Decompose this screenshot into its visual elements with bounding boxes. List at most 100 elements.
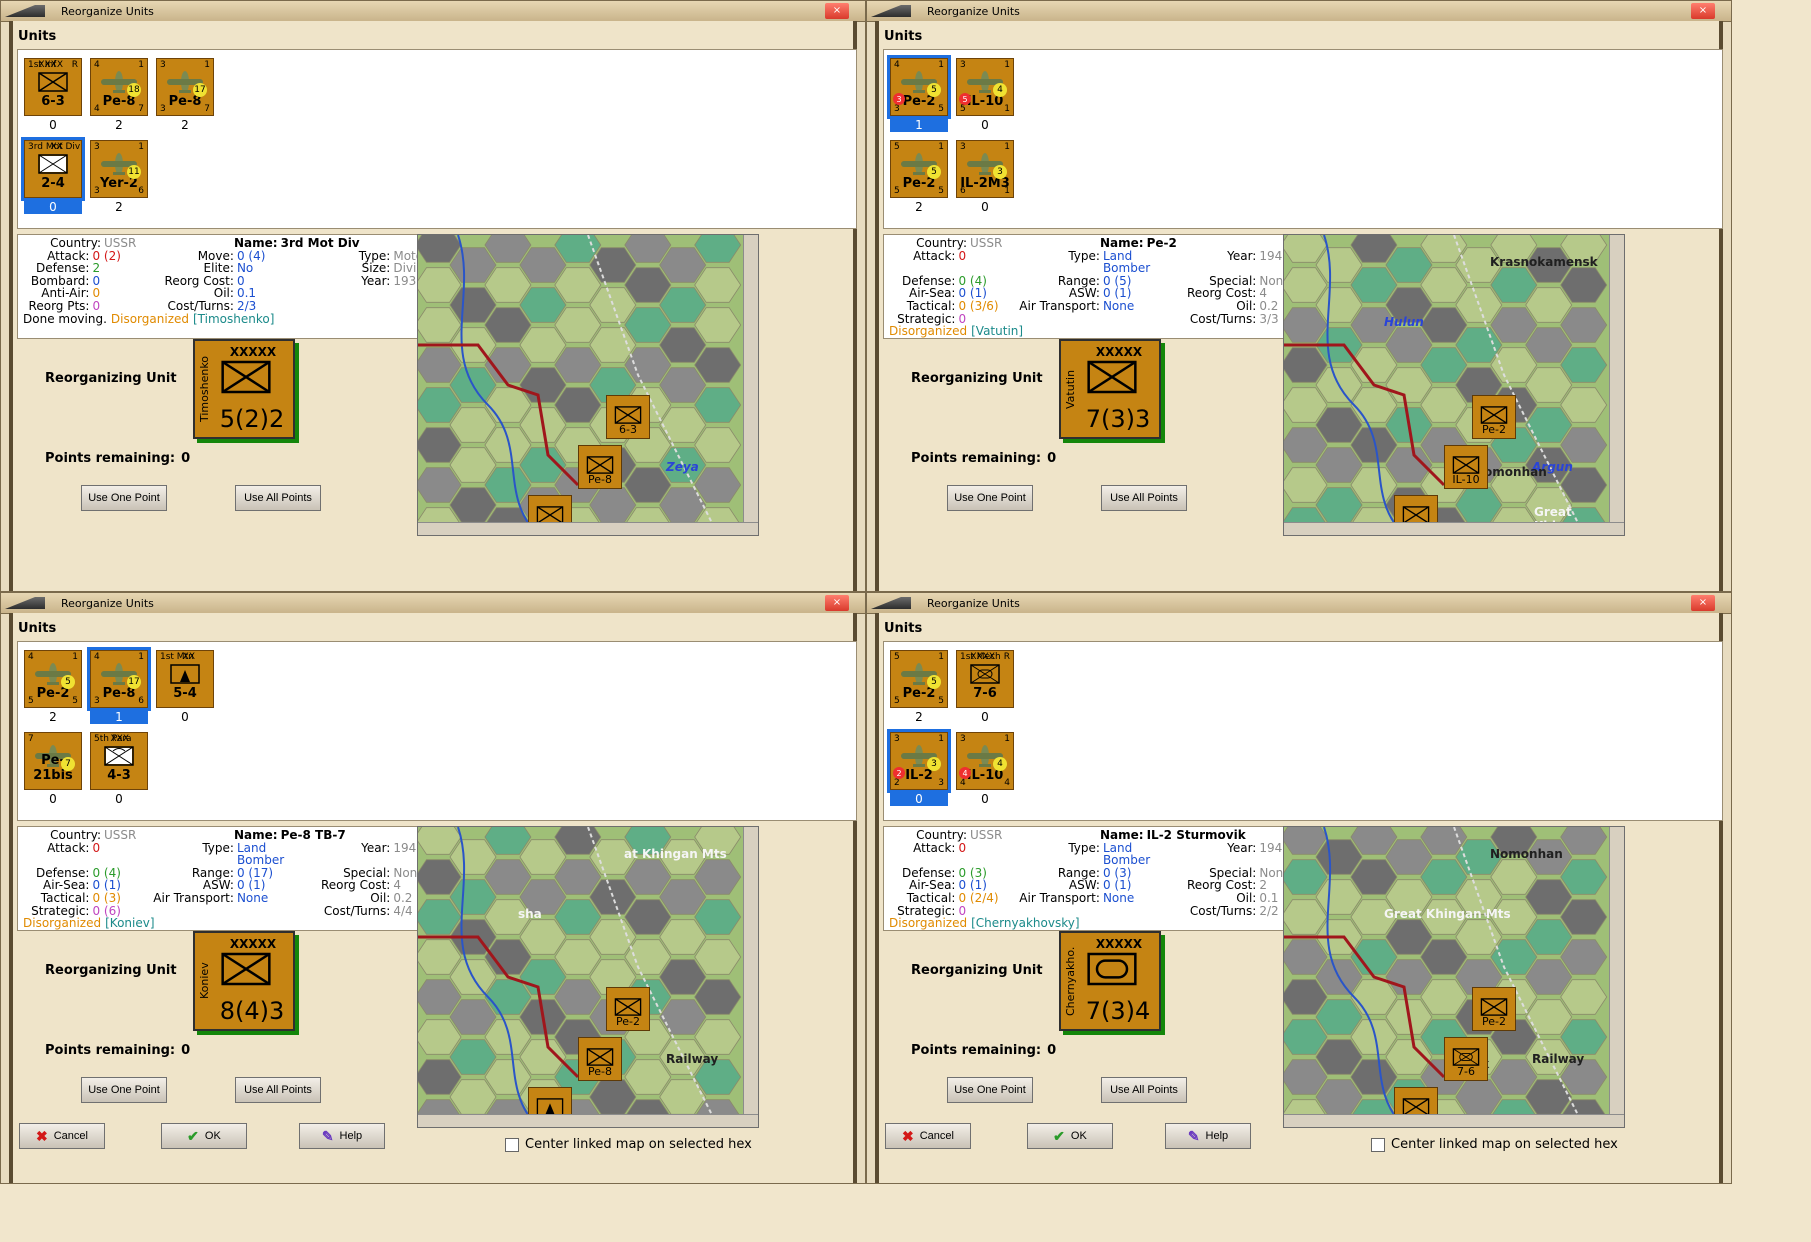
close-button[interactable]: × (825, 595, 849, 611)
unit-counter[interactable]: 3 1 Pe-8 3 7 17 (156, 58, 214, 116)
use-all-points-button[interactable]: Use All Points (1101, 485, 1187, 511)
unit-counter[interactable]: 4 1 Pe-2 5 5 5 (24, 650, 82, 708)
counter-value: 7-6 (973, 686, 997, 701)
help-button[interactable]: ✎ Help (299, 1123, 385, 1149)
help-button-label: Help (339, 1130, 363, 1142)
unit-counter[interactable]: 3rd Mot Div XX 2-4 (21, 137, 85, 201)
country-label: Country: (50, 236, 101, 250)
unit-counter[interactable]: 1st Mtn XX 5-4 (156, 650, 214, 708)
info-value: 0 (958, 840, 967, 855)
counter-bottom-right: 7 (204, 104, 210, 114)
map-horizontal-scrollbar[interactable] (418, 522, 758, 535)
unit-type-icon (1479, 998, 1509, 1016)
infantry-icon (221, 951, 271, 991)
linked-map[interactable]: ArgunKrasnokamenskHulunNomonhanGreat Khi… (1283, 234, 1625, 536)
info-row: Attack: 0 Type: Land Bomber Year: 1942 (889, 249, 1319, 275)
map-vertical-scrollbar[interactable] (1609, 235, 1624, 535)
map-counter-value: IL-10 (1452, 473, 1480, 486)
center-map-checkbox[interactable] (1371, 1137, 1385, 1152)
use-all-points-button[interactable]: Use All Points (1101, 1077, 1187, 1103)
map-unit-counter[interactable]: 7-6 (1444, 1037, 1488, 1081)
map-unit-counter[interactable]: 6-3 (606, 395, 650, 439)
counter-bottom-left: 3 (94, 186, 100, 196)
units-label: Units (18, 29, 57, 44)
cancel-button[interactable]: ✖ Cancel (19, 1123, 105, 1149)
ok-button[interactable]: ✔ OK (161, 1123, 247, 1149)
unit-type-icon (165, 663, 205, 685)
title-bar[interactable]: Reorganize Units × (1, 593, 865, 614)
title-bar[interactable]: Reorganize Units × (867, 593, 1731, 614)
info-value: 2 (92, 261, 101, 276)
counter-bottom-left: 5 (960, 104, 966, 114)
counter-bottom-right: 6 (138, 696, 144, 706)
center-map-checkbox-row[interactable]: Center linked map on selected hex (505, 1137, 752, 1152)
map-counter-value: Pe-2 (1482, 1015, 1506, 1028)
units-list[interactable]: 4 1 Pe-2 3 5 5 3 1 3 1 IL-10 5 1 4 5 0 5 1 Pe-2 5 5 5 2 3 1 IL-2M… (883, 49, 1723, 229)
dialog-body: Units 4 1 Pe-2 3 5 5 3 1 3 1 IL-10 5 1 4 5 0 5 1 Pe-2 5 5 5 2 3 1… (875, 21, 1723, 591)
status-row: Disorganized [Vatutin] (889, 325, 1319, 338)
unit-counter[interactable]: 5 1 Pe-2 5 5 5 (890, 140, 948, 198)
info-label: Year: (1227, 840, 1257, 855)
help-button[interactable]: ✎ Help (1165, 1123, 1251, 1149)
unit-counter[interactable]: 3 1 IL-10 5 1 4 5 (956, 58, 1014, 116)
counter-top-left: 3 (960, 60, 966, 70)
map-vertical-scrollbar[interactable] (1609, 827, 1624, 1127)
unit-count: 0 (981, 792, 989, 806)
map-unit-counter[interactable]: Pe-8 (578, 1037, 622, 1081)
info-label: Air Transport: (153, 890, 234, 905)
map-vertical-scrollbar[interactable] (743, 235, 758, 535)
use-one-point-button[interactable]: Use One Point (81, 485, 167, 511)
title-bar[interactable]: Reorganize Units × (1, 1, 865, 22)
close-button[interactable]: × (1691, 3, 1715, 19)
counter-top-right: 1 (204, 60, 210, 70)
reorganizing-unit-label: Reorganizing Unit (45, 963, 177, 978)
center-map-checkbox[interactable] (505, 1137, 519, 1152)
unit-counter[interactable]: 1st Inf R XXXX 6-3 (24, 58, 82, 116)
reorganizing-unit-counter: Timoshenko XXXXX 5(2)2 (193, 339, 295, 439)
unit-counter[interactable]: 1st Mech R XXXX 7-6 (956, 650, 1014, 708)
linked-map[interactable]: Zeya6-3Pe-8Pe-8 (417, 234, 759, 536)
red-badge: 4 (959, 767, 971, 779)
close-button[interactable]: × (825, 3, 849, 19)
window-grip-icon (5, 597, 45, 609)
units-list[interactable]: 4 1 Pe-2 5 5 5 2 4 1 Pe-8 3 6 17 1 1st Mtn XX 5-4 0 7 Pe-21… (17, 641, 857, 821)
units-list[interactable]: 1st Inf R XXXX 6-3 0 4 1 Pe-8 4 7 18 2 3 1 Pe-8 3 7 17 2 3r… (17, 49, 857, 229)
info-label: Tactical: (906, 298, 956, 313)
map-counter-value: 6-3 (619, 423, 637, 436)
unit-counter[interactable]: 5th Para XXX 4-3 (90, 732, 148, 790)
map-unit-counter[interactable]: Pe-8 (578, 445, 622, 489)
points-label: Points remaining: (911, 451, 1042, 466)
map-unit-counter[interactable]: Pe-2 (1472, 987, 1516, 1031)
unit-counter[interactable]: 3 1 Yer-2 3 6 11 (90, 140, 148, 198)
info-row: Defense:2Elite:NoSize:Division (23, 262, 453, 275)
use-one-point-button[interactable]: Use One Point (947, 1077, 1033, 1103)
unit-counter[interactable]: 4 1 Pe-2 3 5 5 3 (887, 55, 951, 119)
map-vertical-scrollbar[interactable] (743, 827, 758, 1127)
linked-map[interactable]: RailwayNomonhanGreat Khingan MtsskPe-27-… (1283, 826, 1625, 1128)
map-horizontal-scrollbar[interactable] (1284, 522, 1624, 535)
unit-counter[interactable]: 4 1 Pe-8 3 6 17 (87, 647, 151, 711)
use-all-points-button[interactable]: Use All Points (235, 1077, 321, 1103)
counter-bottom-left: 6 (960, 186, 966, 196)
map-unit-counter[interactable]: Pe-2 (606, 987, 650, 1031)
unit-counter[interactable]: 5 1 Pe-2 5 5 5 (890, 650, 948, 708)
use-one-point-button[interactable]: Use One Point (81, 1077, 167, 1103)
map-unit-counter[interactable]: IL-10 (1444, 445, 1488, 489)
linked-map[interactable]: Railwayat Khingan MtsshaPe-2Pe-85-4 (417, 826, 759, 1128)
ok-button[interactable]: ✔ OK (1027, 1123, 1113, 1149)
title-bar[interactable]: Reorganize Units × (867, 1, 1731, 22)
units-list[interactable]: 5 1 Pe-2 5 5 5 2 1st Mech R XXXX 7-6 0 3 1 IL-2 2 3 3 2 0 3 1… (883, 641, 1723, 821)
use-one-point-button[interactable]: Use One Point (947, 485, 1033, 511)
use-all-points-button[interactable]: Use All Points (235, 485, 321, 511)
unit-count: 0 (49, 118, 57, 132)
map-unit-counter[interactable]: Pe-2 (1472, 395, 1516, 439)
unit-counter[interactable]: 3 1 IL-2M3 6 1 3 (956, 140, 1014, 198)
unit-counter[interactable]: 4 1 Pe-8 4 7 18 (90, 58, 148, 116)
center-map-checkbox-row[interactable]: Center linked map on selected hex (1371, 1137, 1618, 1152)
unit-counter[interactable]: 7 Pe-21bis 7 (24, 732, 82, 790)
close-button[interactable]: × (1691, 595, 1715, 611)
cancel-button[interactable]: ✖ Cancel (885, 1123, 971, 1149)
unit-counter[interactable]: 3 1 IL-2 2 3 3 2 (887, 729, 951, 793)
unit-counter[interactable]: 3 1 IL-10 4 4 4 4 (956, 732, 1014, 790)
units-label: Units (884, 621, 923, 636)
